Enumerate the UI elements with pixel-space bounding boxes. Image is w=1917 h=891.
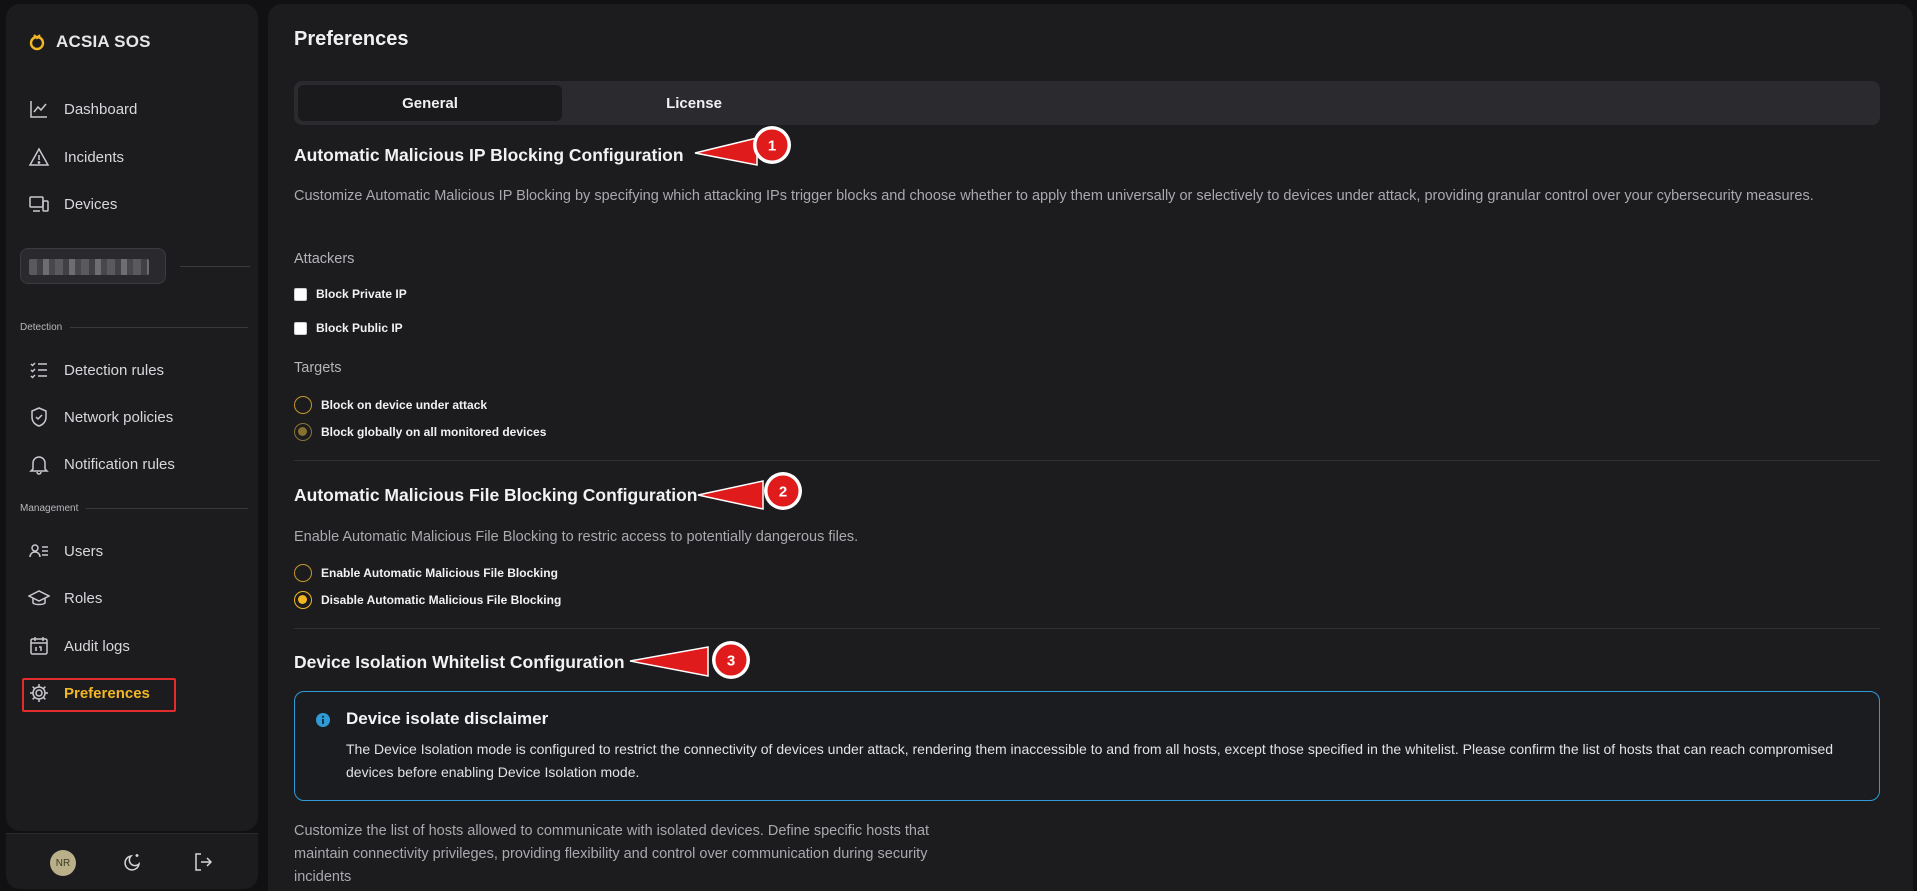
- divider: [294, 628, 1880, 629]
- isolation-description: Customize the list of hosts allowed to c…: [294, 823, 930, 885]
- file-blocking-description: Enable Automatic Malicious File Blocking…: [294, 529, 859, 545]
- brand[interactable]: ACSIA SOS: [28, 32, 151, 52]
- callout-number: 3: [727, 653, 735, 670]
- sidebar: ACSIA SOS Dashboard Incidents Devices De…: [6, 4, 258, 831]
- divider: [86, 508, 248, 509]
- tab-bar: General License: [294, 81, 1880, 125]
- file-blocking-heading: Automatic Malicious File Blocking Config…: [294, 485, 698, 505]
- callout-3: 3: [629, 640, 755, 689]
- sidebar-item-devices[interactable]: Devices: [28, 188, 117, 220]
- option-label: Block Private IP: [316, 287, 407, 301]
- section-label-detection: Detection: [20, 322, 248, 333]
- shield-check-icon: [31, 407, 47, 427]
- block-public-ip-option[interactable]: Block Public IP: [294, 321, 403, 335]
- callout-number: 2: [779, 484, 787, 501]
- sidebar-item-label: Incidents: [64, 148, 125, 166]
- sidebar-item-label: Network policies: [64, 408, 174, 426]
- sidebar-footer: NR: [6, 833, 258, 889]
- sidebar-item-label: Users: [64, 542, 104, 560]
- info-icon: [316, 713, 330, 727]
- option-label: Disable Automatic Malicious File Blockin…: [321, 593, 562, 607]
- devices-icon: [29, 196, 49, 212]
- callout-1: 1: [694, 125, 795, 174]
- avatar[interactable]: NR: [50, 850, 76, 876]
- sidebar-item-notification-rules[interactable]: Notification rules: [28, 448, 175, 480]
- block-private-ip-option[interactable]: Block Private IP: [294, 287, 407, 301]
- option-label: Block globally on all monitored devices: [321, 425, 547, 439]
- callout-2-arrow-icon: 2: [697, 472, 802, 510]
- sidebar-item-network-policies[interactable]: Network policies: [28, 401, 173, 433]
- sidebar-item-label: Notification rules: [64, 455, 175, 473]
- sidebar-item-incidents[interactable]: Incidents: [28, 141, 124, 173]
- disclaimer-title: Device isolate disclaimer: [346, 709, 549, 728]
- ip-blocking-description: Customize Automatic Malicious IP Blockin…: [294, 188, 1814, 204]
- enable-file-blocking-radio[interactable]: [294, 564, 312, 582]
- chart-line-icon: [30, 101, 47, 118]
- section-label-text: Management: [20, 503, 79, 514]
- option-label: Block on device under attack: [321, 398, 488, 412]
- divider: [180, 266, 250, 267]
- tab-license[interactable]: License: [562, 85, 826, 121]
- acsia-logo-icon: [29, 34, 45, 51]
- callout-1-arrow-icon: 1: [694, 126, 791, 166]
- callout-2: 2: [697, 472, 808, 521]
- graduation-cap-icon: [28, 590, 50, 606]
- targets-label: Targets: [294, 360, 342, 376]
- redacted-workspace-name: [29, 259, 149, 275]
- section-label-management: Management: [20, 503, 248, 514]
- checklist-icon: [30, 362, 47, 379]
- sidebar-item-users[interactable]: Users: [28, 535, 103, 567]
- sidebar-item-label: Roles: [64, 589, 103, 607]
- callout-number: 1: [768, 138, 776, 155]
- section-label-text: Detection: [20, 322, 63, 333]
- workspace-selector[interactable]: [20, 248, 166, 284]
- bell-icon: [29, 456, 49, 475]
- callout-3-arrow-icon: 3: [629, 641, 750, 679]
- brand-name: ACSIA SOS: [56, 32, 151, 51]
- divider: [294, 460, 1880, 461]
- sidebar-item-label: Dashboard: [64, 100, 138, 118]
- preferences-highlight-box: [22, 678, 176, 712]
- warning-triangle-icon: [28, 147, 50, 166]
- sidebar-item-roles[interactable]: Roles: [28, 582, 102, 614]
- sidebar-item-label: Devices: [64, 195, 118, 213]
- disclaimer-text: The Device Isolation mode is configured …: [346, 741, 1834, 780]
- target-device-radio[interactable]: [294, 396, 312, 414]
- disable-file-blocking-radio[interactable]: [294, 591, 312, 609]
- enable-file-blocking-option[interactable]: Enable Automatic Malicious File Blocking: [294, 564, 558, 582]
- block-private-ip-checkbox[interactable]: [294, 287, 307, 301]
- option-label: Block Public IP: [316, 321, 403, 335]
- disable-file-blocking-option[interactable]: Disable Automatic Malicious File Blockin…: [294, 591, 561, 609]
- page-title: Preferences: [294, 28, 409, 50]
- sidebar-item-audit-logs[interactable]: Audit logs: [28, 630, 130, 662]
- isolation-heading: Device Isolation Whitelist Configuration: [294, 652, 625, 672]
- sidebar-item-detection-rules[interactable]: Detection rules: [28, 354, 164, 386]
- logout-icon[interactable]: [192, 851, 214, 873]
- divider: [70, 327, 248, 328]
- sidebar-item-label: Detection rules: [64, 361, 165, 379]
- target-global-option[interactable]: Block globally on all monitored devices: [294, 423, 546, 441]
- ip-blocking-heading: Automatic Malicious IP Blocking Configur…: [294, 145, 684, 165]
- users-list-icon: [29, 544, 48, 558]
- preferences-panel: Preferences General License Automatic Ma…: [268, 4, 1913, 891]
- sidebar-item-dashboard[interactable]: Dashboard: [28, 93, 137, 125]
- tab-general[interactable]: General: [298, 85, 562, 121]
- target-device-option[interactable]: Block on device under attack: [294, 396, 487, 414]
- attackers-label: Attackers: [294, 251, 355, 267]
- sidebar-item-label: Audit logs: [64, 637, 130, 655]
- theme-toggle-icon[interactable]: [122, 851, 144, 873]
- option-label: Enable Automatic Malicious File Blocking: [321, 566, 558, 580]
- block-public-ip-checkbox[interactable]: [294, 321, 307, 335]
- target-global-radio[interactable]: [294, 423, 312, 441]
- calendar-icon: [30, 637, 48, 655]
- device-isolate-disclaimer: Device isolate disclaimer The Device Iso…: [294, 691, 1880, 801]
